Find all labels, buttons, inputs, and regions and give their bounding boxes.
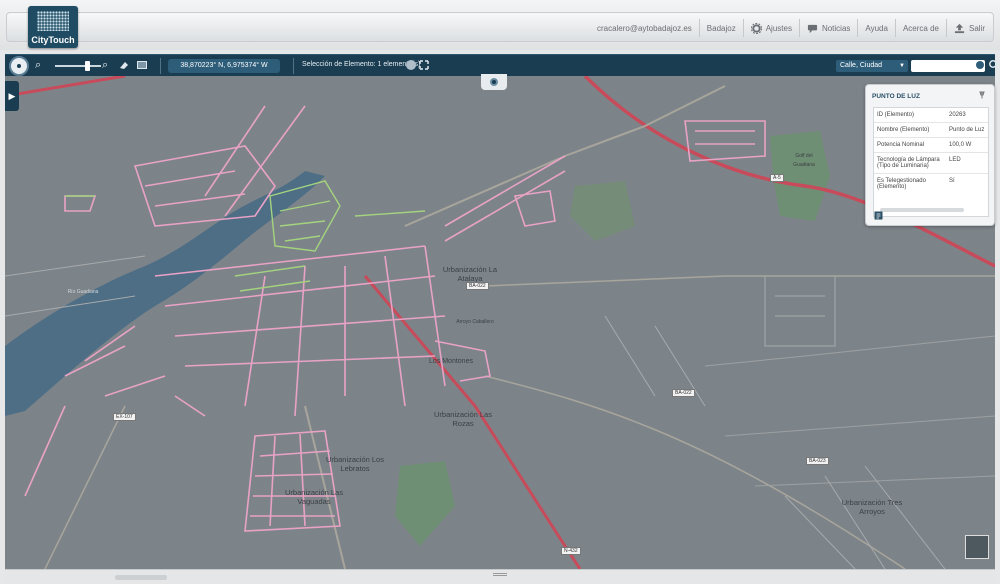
logo-text: CityTouch — [31, 35, 75, 45]
info-table: ID (Elemento) 20263 Nombre (Elemento) Punt… — [873, 107, 989, 217]
label-rio-guadiana: Río Guadiana — [67, 289, 99, 295]
settings-label: Ajustes — [765, 23, 792, 33]
label-arroyo-caballero: Arroyo Caballero — [456, 319, 494, 325]
map-svg — [5, 76, 995, 569]
info-key: Tecnología de Lámpara (Tipo de Luminaria… — [877, 157, 940, 169]
footer-bar — [5, 569, 995, 584]
zoom-slider-handle[interactable] — [85, 61, 90, 71]
info-row: Potencia Nominal 100,0 W — [874, 138, 988, 153]
gear-icon — [750, 22, 762, 34]
info-key: ID (Elemento) — [877, 112, 915, 118]
road-shield-a5: A-5 — [770, 174, 784, 182]
city-link[interactable]: Badajoz — [698, 19, 743, 37]
info-key: Es Telegestionado (Elemento) — [877, 178, 926, 190]
city-label: Badajoz — [706, 23, 736, 33]
layers-icon[interactable] — [136, 59, 148, 71]
clear-search-icon[interactable] — [976, 61, 984, 69]
logout-icon — [954, 23, 965, 33]
help-label: Ayuda — [865, 23, 888, 33]
info-row: Tecnología de Lámpara (Tipo de Luminaria… — [874, 153, 988, 174]
help-link[interactable]: Ayuda — [857, 19, 895, 37]
map-canvas[interactable] — [5, 76, 995, 569]
about-link[interactable]: Acerca de — [894, 19, 946, 37]
element-info-panel: PUNTO DE LUZ ID (Elemento) 20263 Nombre (… — [865, 84, 995, 226]
zoom-in-icon[interactable]: ⌕ — [102, 59, 108, 72]
map-toolbar: ⌕ ⌕ 38,870223° N, 6,975374° W Selección … — [5, 54, 1000, 76]
resize-grip-icon[interactable] — [493, 573, 507, 576]
logo-grid-icon — [37, 11, 69, 31]
pan-control-icon[interactable] — [9, 56, 29, 76]
logout-label: Salir — [968, 23, 985, 33]
info-row: Es Telegestionado (Elemento) Sí — [874, 174, 988, 194]
selection-info-icon[interactable] — [406, 60, 416, 70]
speech-bubble-icon — [807, 24, 818, 33]
user-email: cracalero@aytobadajoz.es — [590, 19, 699, 37]
footer-scrollbar[interactable] — [115, 575, 167, 580]
toolbar-divider — [293, 58, 294, 74]
about-label: Acerca de — [902, 23, 939, 33]
app-header: CityTouch cracalero@aytobadajoz.es Badaj… — [0, 0, 1000, 50]
info-value: 100,0 W — [949, 142, 972, 148]
search-input[interactable] — [911, 60, 985, 72]
coordinates-display: 38,870223° N, 6,975374° W — [168, 59, 280, 73]
top-nav: cracalero@aytobadajoz.es Badajoz Ajustes… — [590, 18, 992, 38]
info-key: Nombre (Elemento) — [877, 127, 930, 133]
eraser-icon[interactable] — [118, 59, 130, 71]
road-shield-ba023: BA-023 — [806, 457, 829, 465]
info-value: Sí — [949, 178, 955, 184]
chevron-down-icon: ▼ — [899, 63, 905, 69]
search-type-select[interactable]: Calle, Ciudad ▼ — [836, 60, 908, 72]
search-type-label: Calle, Ciudad — [840, 62, 883, 69]
news-link[interactable]: Noticias — [798, 19, 857, 37]
map-pan-handle[interactable] — [481, 74, 507, 90]
search-icon[interactable] — [988, 59, 1000, 71]
label-golf: Golf del Guadiana — [793, 153, 815, 168]
selection-status: Selección de Elemento: 1 elemento(s) — [302, 61, 421, 68]
toolbar-divider — [160, 58, 161, 74]
zoom-slider[interactable] — [55, 65, 101, 67]
expand-sidebar-button[interactable]: ▶ — [5, 81, 19, 111]
road-shield-ex107: EX-107 — [113, 413, 136, 421]
info-scrollbar[interactable] — [880, 208, 964, 212]
info-panel-title: PUNTO DE LUZ — [872, 93, 920, 100]
zoom-out-icon[interactable]: ⌕ — [35, 59, 41, 72]
label-los-lebratos: Urbanización Los Lebratos — [326, 455, 384, 473]
document-icon[interactable] — [874, 211, 883, 220]
label-las-vaguadas: Urbanización Las Vaguadas — [285, 488, 343, 506]
pin-icon[interactable] — [978, 91, 986, 99]
label-tres-arroyos: Urbanización Tres Arroyos — [841, 498, 903, 516]
selection-expand-icon[interactable] — [419, 60, 429, 70]
road-shield-ba022-a: BA-022 — [466, 282, 489, 290]
target-icon — [490, 78, 498, 86]
label-los-montones: Los Montones — [429, 358, 473, 365]
road-shield-n432: N-432 — [561, 547, 581, 555]
road-shield-ba022-b: BA-022 — [672, 389, 695, 397]
label-la-atalaya: Urbanización La Atalaya — [442, 265, 498, 283]
citytouch-logo[interactable]: CityTouch — [28, 6, 78, 48]
label-las-rozas: Urbanización Las Rozas — [434, 410, 492, 428]
info-value: 20263 — [949, 112, 966, 118]
info-row: Nombre (Elemento) Punto de Luz — [874, 123, 988, 138]
info-value: Punto de Luz — [949, 127, 985, 133]
info-key: Potencia Nominal — [877, 142, 925, 148]
overview-map-button[interactable] — [965, 535, 989, 559]
logout-link[interactable]: Salir — [945, 19, 992, 37]
info-value: LED — [949, 157, 961, 163]
user-email-label: cracalero@aytobadajoz.es — [596, 23, 692, 33]
news-label: Noticias — [821, 23, 851, 33]
info-row: ID (Elemento) 20263 — [874, 108, 988, 123]
settings-link[interactable]: Ajustes — [742, 19, 799, 37]
